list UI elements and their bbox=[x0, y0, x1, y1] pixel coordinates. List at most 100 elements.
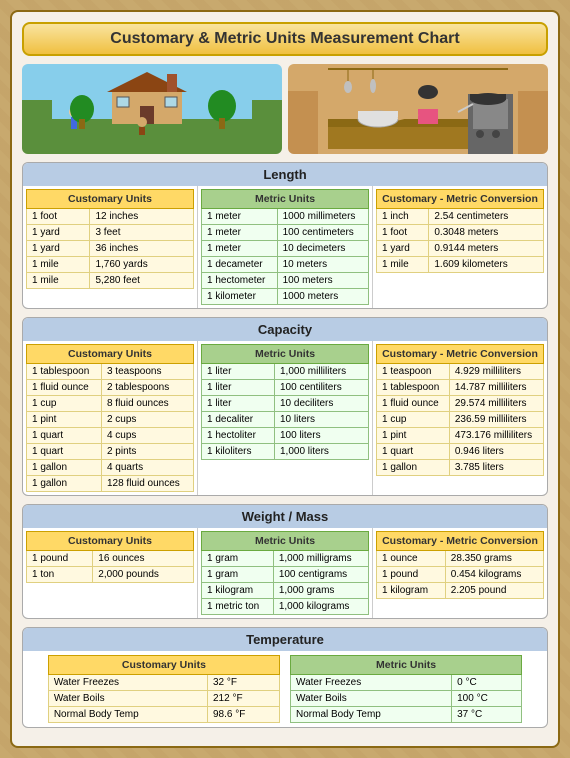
temp-metric-table: Metric Units Water Freezes0 °CWater Boil… bbox=[290, 655, 522, 723]
table-row: 1 inch2.54 centimeters bbox=[377, 209, 544, 225]
length-customary-header: Customary Units bbox=[27, 190, 194, 209]
weight-conversion-wrap: Customary - Metric Conversion 1 ounce28.… bbox=[373, 528, 547, 618]
capacity-section: Capacity Customary Units 1 tablespoon3 t… bbox=[22, 317, 548, 496]
length-conversion-header: Customary - Metric Conversion bbox=[377, 190, 544, 209]
length-conversion-table: Customary - Metric Conversion 1 inch2.54… bbox=[376, 189, 544, 273]
capacity-conversion-table: Customary - Metric Conversion 1 teaspoon… bbox=[376, 344, 544, 476]
table-row: 1 foot0.3048 meters bbox=[377, 225, 544, 241]
table-row: 1 liter1,000 milliliters bbox=[202, 364, 369, 380]
capacity-customary-wrap: Customary Units 1 tablespoon3 teaspoons1… bbox=[23, 341, 197, 495]
capacity-tables: Customary Units 1 tablespoon3 teaspoons1… bbox=[23, 341, 547, 495]
table-row: 1 cup236.59 milliliters bbox=[377, 412, 544, 428]
capacity-metric-header: Metric Units bbox=[202, 345, 369, 364]
capacity-title: Capacity bbox=[23, 318, 547, 341]
length-customary-wrap: Customary Units 1 foot12 inches1 yard3 f… bbox=[23, 186, 197, 308]
table-row: 1 tablespoon3 teaspoons bbox=[27, 364, 194, 380]
table-row: 1 hectometer100 meters bbox=[202, 273, 369, 289]
table-row: 1 quart4 cups bbox=[27, 428, 194, 444]
table-row: 1 pound16 ounces bbox=[27, 551, 194, 567]
length-tables: Customary Units 1 foot12 inches1 yard3 f… bbox=[23, 186, 547, 308]
length-title: Length bbox=[23, 163, 547, 186]
table-row: 1 gallon3.785 liters bbox=[377, 460, 544, 476]
table-row: 1 meter100 centimeters bbox=[202, 225, 369, 241]
cooking-image bbox=[288, 64, 548, 154]
length-metric-wrap: Metric Units 1 meter1000 millimeters1 me… bbox=[198, 186, 372, 308]
images-row bbox=[22, 64, 548, 154]
length-metric-table: Metric Units 1 meter1000 millimeters1 me… bbox=[201, 189, 369, 305]
weight-title: Weight / Mass bbox=[23, 505, 547, 528]
table-row: 1 tablespoon14.787 milliliters bbox=[377, 380, 544, 396]
table-row: 1 quart2 pints bbox=[27, 444, 194, 460]
length-conversion-wrap: Customary - Metric Conversion 1 inch2.54… bbox=[373, 186, 547, 308]
table-row: 1 gram100 centigrams bbox=[202, 567, 369, 583]
length-customary-table: Customary Units 1 foot12 inches1 yard3 f… bbox=[26, 189, 194, 289]
table-row: 1 foot12 inches bbox=[27, 209, 194, 225]
capacity-metric-wrap: Metric Units 1 liter1,000 milliliters1 l… bbox=[198, 341, 372, 495]
temperature-section: Temperature Customary Units Water Freeze… bbox=[22, 627, 548, 728]
capacity-conversion-wrap: Customary - Metric Conversion 1 teaspoon… bbox=[373, 341, 547, 495]
table-row: 1 gram1,000 milligrams bbox=[202, 551, 369, 567]
table-row: 1 kiloliters1,000 liters bbox=[202, 444, 369, 460]
main-title: Customary & Metric Units Measurement Cha… bbox=[22, 22, 548, 56]
weight-customary-table: Customary Units 1 pound16 ounces1 ton2,0… bbox=[26, 531, 194, 583]
table-row: 1 quart0.946 liters bbox=[377, 444, 544, 460]
weight-metric-wrap: Metric Units 1 gram1,000 milligrams1 gra… bbox=[198, 528, 372, 618]
table-row: Water Boils100 °C bbox=[291, 691, 522, 707]
table-row: 1 kilometer1000 meters bbox=[202, 289, 369, 305]
weight-metric-header: Metric Units bbox=[202, 532, 369, 551]
page: Customary & Metric Units Measurement Cha… bbox=[10, 10, 560, 748]
weight-metric-table: Metric Units 1 gram1,000 milligrams1 gra… bbox=[201, 531, 369, 615]
table-row: 1 meter10 decimeters bbox=[202, 241, 369, 257]
capacity-customary-header: Customary Units bbox=[27, 345, 194, 364]
table-row: 1 yard36 inches bbox=[27, 241, 194, 257]
table-row: 1 mile5,280 feet bbox=[27, 273, 194, 289]
temp-customary-table: Customary Units Water Freezes32 °FWater … bbox=[48, 655, 280, 723]
table-row: 1 kilogram2.205 pound bbox=[377, 583, 544, 599]
table-row: 1 gallon4 quarts bbox=[27, 460, 194, 476]
table-row: 1 ounce28.350 grams bbox=[377, 551, 544, 567]
temp-customary-header: Customary Units bbox=[48, 656, 279, 675]
table-row: 1 meter1000 millimeters bbox=[202, 209, 369, 225]
table-row: 1 gallon128 fluid ounces bbox=[27, 476, 194, 492]
table-row: 1 teaspoon4.929 milliliters bbox=[377, 364, 544, 380]
table-row: 1 yard0.9144 meters bbox=[377, 241, 544, 257]
weight-tables: Customary Units 1 pound16 ounces1 ton2,0… bbox=[23, 528, 547, 618]
table-row: Water Freezes0 °C bbox=[291, 675, 522, 691]
table-row: 1 metric ton1,000 kilograms bbox=[202, 599, 369, 615]
length-metric-header: Metric Units bbox=[202, 190, 369, 209]
table-row: 1 fluid ounce2 tablespoons bbox=[27, 380, 194, 396]
table-row: 1 liter100 centiliters bbox=[202, 380, 369, 396]
table-row: 1 fluid ounce29.574 milliliters bbox=[377, 396, 544, 412]
temp-metric-header: Metric Units bbox=[291, 656, 522, 675]
table-row: 1 pint473.176 milliliters bbox=[377, 428, 544, 444]
table-row: 1 yard3 feet bbox=[27, 225, 194, 241]
weight-section: Weight / Mass Customary Units 1 pound16 … bbox=[22, 504, 548, 619]
table-row: 1 cup8 fluid ounces bbox=[27, 396, 194, 412]
weight-conversion-header: Customary - Metric Conversion bbox=[377, 532, 544, 551]
table-row: Normal Body Temp37 °C bbox=[291, 707, 522, 723]
table-row: 1 mile1.609 kilometers bbox=[377, 257, 544, 273]
table-row: 1 decameter10 meters bbox=[202, 257, 369, 273]
table-row: 1 mile1,760 yards bbox=[27, 257, 194, 273]
capacity-conversion-header: Customary - Metric Conversion bbox=[377, 345, 544, 364]
table-row: Normal Body Temp98.6 °F bbox=[48, 707, 279, 723]
table-row: Water Freezes32 °F bbox=[48, 675, 279, 691]
table-row: 1 pint2 cups bbox=[27, 412, 194, 428]
capacity-customary-table: Customary Units 1 tablespoon3 teaspoons1… bbox=[26, 344, 194, 492]
table-row: 1 hectoliter100 liters bbox=[202, 428, 369, 444]
weight-customary-wrap: Customary Units 1 pound16 ounces1 ton2,0… bbox=[23, 528, 197, 618]
temp-customary-wrap: Customary Units Water Freezes32 °FWater … bbox=[48, 655, 280, 723]
table-row: 1 liter10 deciliters bbox=[202, 396, 369, 412]
temperature-title: Temperature bbox=[23, 628, 547, 651]
temp-metric-wrap: Metric Units Water Freezes0 °CWater Boil… bbox=[290, 655, 522, 723]
table-row: 1 ton2,000 pounds bbox=[27, 567, 194, 583]
length-section: Length Customary Units 1 foot12 inches1 … bbox=[22, 162, 548, 309]
weight-customary-header: Customary Units bbox=[27, 532, 194, 551]
table-row: Water Boils212 °F bbox=[48, 691, 279, 707]
weight-conversion-table: Customary - Metric Conversion 1 ounce28.… bbox=[376, 531, 544, 599]
temperature-tables: Customary Units Water Freezes32 °FWater … bbox=[23, 651, 547, 727]
table-row: 1 pound0.454 kilograms bbox=[377, 567, 544, 583]
table-row: 1 kilogram1,000 grams bbox=[202, 583, 369, 599]
house-image bbox=[22, 64, 282, 154]
capacity-metric-table: Metric Units 1 liter1,000 milliliters1 l… bbox=[201, 344, 369, 460]
